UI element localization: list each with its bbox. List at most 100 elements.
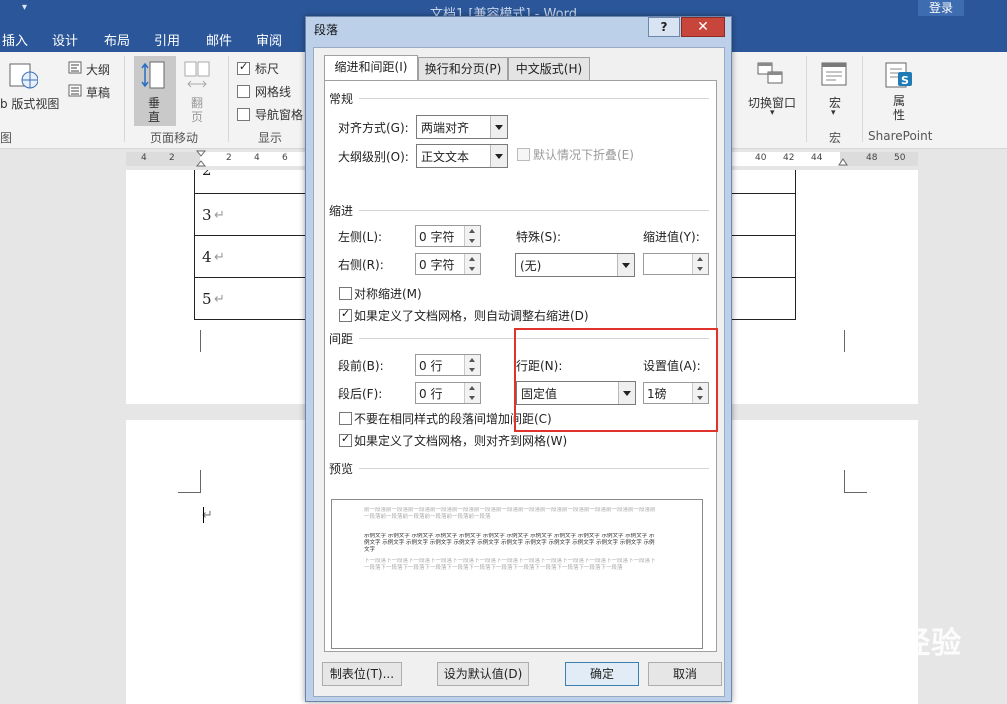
- vertical-button[interactable]: 垂 直: [134, 56, 176, 126]
- tab-insert[interactable]: 插入: [2, 30, 28, 49]
- ruler-number: 6: [282, 153, 288, 163]
- crop-mark: [178, 330, 201, 352]
- collapse-label: 默认情况下折叠(E): [533, 148, 634, 162]
- switch-window-dropdown-icon[interactable]: ▾: [770, 108, 775, 118]
- close-button[interactable]: ✕: [681, 17, 725, 37]
- side-to-side-button[interactable]: 翻 页: [180, 56, 214, 126]
- ruler-checkbox[interactable]: [237, 60, 250, 75]
- ruler-number: 4: [141, 153, 147, 163]
- svg-text:S: S: [901, 74, 909, 87]
- outline-level-label: 大纲级别(O):: [338, 150, 409, 164]
- macros-group-label: 宏: [829, 131, 842, 145]
- preview-previous-text: 前一段落前一段落前一段落前一段落前一段落前一段落前一段落前一段落前一段落前一段落…: [364, 507, 656, 521]
- indent-right-value: 0 字符: [419, 258, 455, 272]
- crop-mark: [178, 470, 201, 493]
- ruler-number: 2: [169, 153, 175, 163]
- table-row[interactable]: 2: [200, 170, 230, 180]
- spacing-after-spinner[interactable]: 0 行: [415, 382, 481, 404]
- snap-to-grid-checkbox[interactable]: [339, 432, 352, 447]
- mirror-indents-checkbox[interactable]: [339, 287, 352, 300]
- spin-down-icon[interactable]: [465, 236, 480, 246]
- row-number[interactable]: 4: [202, 248, 212, 266]
- section-preview: 预览: [329, 462, 354, 476]
- spin-down-icon[interactable]: [465, 393, 480, 403]
- nav-pane-label: 导航窗格: [255, 108, 304, 122]
- no-space-same-style-checkbox[interactable]: [339, 412, 352, 425]
- auto-adjust-indent-checkbox[interactable]: [339, 307, 352, 322]
- tab-layout[interactable]: 布局: [104, 30, 130, 49]
- indent-by-spinner[interactable]: [643, 253, 709, 275]
- spacing-before-spinner[interactable]: 0 行: [415, 354, 481, 376]
- set-default-button[interactable]: 设为默认值(D): [437, 662, 529, 686]
- macros-dropdown-icon[interactable]: ▾: [831, 108, 836, 118]
- ruler-number: 50: [894, 153, 906, 163]
- tabs-button[interactable]: 制表位(T)...: [322, 662, 402, 686]
- chevron-down-icon: [490, 116, 507, 138]
- spacing-before-label: 段前(B):: [338, 359, 384, 373]
- side-label: 翻 页: [191, 96, 204, 124]
- tab-line-page-breaks[interactable]: 换行和分页(P): [418, 57, 508, 80]
- indent-right-spinner[interactable]: 0 字符: [415, 253, 481, 275]
- watermark-url: jingyan.baidu.com: [772, 654, 902, 670]
- indent-left-label: 左侧(L):: [338, 230, 383, 244]
- tab-review[interactable]: 审阅: [256, 30, 282, 49]
- text-cursor: [203, 507, 204, 523]
- spin-down-icon[interactable]: [693, 264, 708, 274]
- ruler-number: 4: [254, 153, 260, 163]
- section-indentation: 缩进: [329, 204, 354, 218]
- row-number[interactable]: 5: [202, 290, 212, 308]
- tab-design[interactable]: 设计: [52, 30, 78, 49]
- tab-references[interactable]: 引用: [154, 30, 180, 49]
- spin-down-icon[interactable]: [465, 264, 480, 274]
- tab-indents-spacing[interactable]: 缩进和间距(I): [324, 55, 418, 81]
- tab-mailings[interactable]: 邮件: [206, 30, 232, 49]
- sharepoint-properties-icon[interactable]: S: [884, 60, 914, 90]
- paragraph-mark-icon: ↵: [214, 250, 225, 265]
- macros-icon[interactable]: [820, 60, 850, 90]
- draft-label[interactable]: 草稿: [86, 84, 110, 101]
- login-button[interactable]: 登录: [918, 0, 964, 16]
- outline-icon[interactable]: [68, 61, 82, 74]
- dialog-title: 段落: [314, 23, 339, 37]
- ok-button[interactable]: 确定: [565, 662, 639, 686]
- outline-level-select[interactable]: 正文文本: [416, 144, 508, 168]
- help-button[interactable]: ?: [648, 17, 680, 37]
- outline-level-value: 正文文本: [421, 150, 470, 164]
- tab-asian-typography[interactable]: 中文版式(H): [508, 57, 590, 80]
- right-indent-marker-icon[interactable]: [838, 156, 848, 166]
- ruler-number: 48: [866, 153, 878, 163]
- crop-mark: [844, 330, 867, 352]
- vertical-label: 垂 直: [148, 96, 161, 124]
- alignment-value: 两端对齐: [421, 121, 470, 135]
- section-general: 常规: [329, 92, 354, 106]
- web-layout-label[interactable]: b 版式视图: [0, 95, 59, 112]
- ruler-label: 标尺: [255, 62, 280, 76]
- alignment-select[interactable]: 两端对齐: [416, 115, 508, 139]
- nav-pane-checkbox[interactable]: [237, 108, 250, 121]
- switch-window-icon[interactable]: [756, 60, 786, 90]
- mirror-indents-label: 对称缩进(M): [354, 287, 422, 301]
- ribbon-divider: [806, 56, 807, 142]
- gridlines-checkbox[interactable]: [237, 85, 250, 98]
- paragraph-mark-icon: ↵: [214, 292, 225, 307]
- spacing-after-label: 段后(F):: [338, 387, 383, 401]
- web-layout-icon[interactable]: [8, 62, 39, 92]
- alignment-label: 对齐方式(G):: [338, 121, 409, 135]
- spin-down-icon[interactable]: [465, 365, 480, 375]
- cancel-button[interactable]: 取消: [648, 662, 722, 686]
- indent-marker-icon[interactable]: [196, 150, 206, 168]
- ruler-number: 2: [226, 153, 232, 163]
- collapse-checkbox[interactable]: [517, 148, 530, 161]
- ruler-number: 40: [755, 153, 767, 163]
- preview-next-text: 下一段落下一段落下一段落下一段落下一段落下一段落下一段落下一段落下一段落下一段落…: [364, 558, 656, 572]
- show-group-label: 显示: [258, 131, 283, 145]
- sharepoint-group-label: SharePoint: [868, 129, 933, 143]
- properties-label[interactable]: 属 性: [893, 94, 905, 122]
- outline-label[interactable]: 大纲: [86, 61, 110, 78]
- indent-left-spinner[interactable]: 0 字符: [415, 225, 481, 247]
- ruler-number: 44: [811, 153, 823, 163]
- spacing-before-value: 0 行: [419, 359, 443, 373]
- draft-icon[interactable]: [68, 84, 82, 97]
- special-indent-select[interactable]: (无): [515, 253, 635, 277]
- row-number[interactable]: 3: [202, 206, 212, 224]
